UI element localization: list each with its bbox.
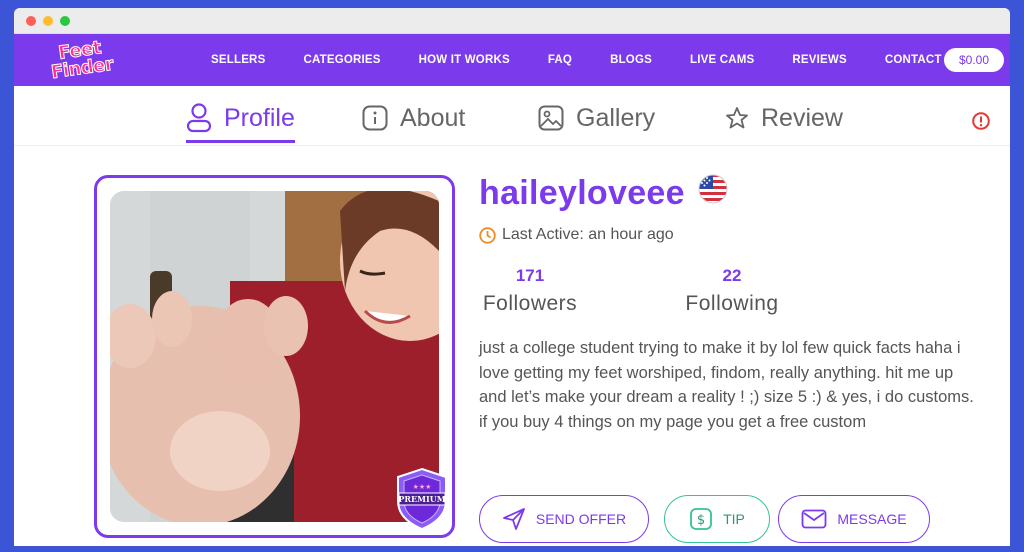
tab-review-label: Review [761, 103, 843, 132]
tip-label: TIP [723, 511, 745, 527]
send-offer-label: SEND OFFER [535, 511, 627, 527]
send-icon [502, 508, 525, 530]
report-alert-icon[interactable] [972, 112, 990, 130]
profile-bio: just a college student trying to make it… [479, 339, 974, 431]
tab-gallery-label: Gallery [576, 103, 656, 132]
tab-about-label: About [400, 103, 466, 132]
premium-badge-label: PREMIUM [398, 494, 445, 504]
premium-badge-icon: PREMIUM ★★★ [397, 467, 447, 531]
message-label: MESSAGE [837, 511, 907, 527]
window-titlebar [14, 8, 1010, 34]
nav-link-how-it-works[interactable]: HOW IT WORKS [419, 54, 510, 66]
profile-photo[interactable] [110, 191, 439, 522]
info-icon [362, 105, 388, 131]
followers-count: 171 [515, 266, 545, 285]
nav-link-faq[interactable]: FAQ [548, 54, 572, 66]
nav-link-categories[interactable]: CATEGORIES [303, 54, 380, 66]
profile-tabs: Profile About Gallery Review [14, 96, 1010, 146]
nav-link-live-cams[interactable]: LIVE CAMS [690, 54, 754, 66]
tab-profile-label: Profile [224, 103, 295, 132]
following-stat[interactable]: 22 Following [680, 266, 784, 316]
tip-button[interactable]: $ TIP [664, 495, 770, 543]
top-navbar: Feet Finder SELLERS CATEGORIES HOW IT WO… [14, 34, 1010, 86]
nav-link-contact[interactable]: CONTACT [885, 54, 942, 66]
nav-link-blogs[interactable]: BLOGS [610, 54, 652, 66]
last-active-status: Last Active: an hour ago [479, 226, 674, 244]
followers-stat[interactable]: 171 Followers [479, 266, 581, 316]
clock-icon [479, 226, 496, 244]
svg-text:★★★: ★★★ [413, 483, 432, 491]
svg-text:$: $ [697, 513, 705, 528]
site-logo[interactable]: Feet Finder [43, 33, 118, 86]
user-icon [186, 103, 212, 133]
dollar-icon: $ [690, 508, 713, 530]
tab-review[interactable]: Review [725, 96, 843, 140]
image-icon [538, 105, 564, 131]
profile-photo-card: PREMIUM ★★★ [94, 175, 455, 538]
star-icon [726, 107, 748, 129]
nav-link-sellers[interactable]: SELLERS [211, 54, 265, 66]
close-window-button[interactable] [26, 15, 36, 26]
browser-window: Feet Finder SELLERS CATEGORIES HOW IT WO… [14, 8, 1010, 546]
profile-username: haileyloveee [479, 174, 685, 212]
message-button[interactable]: MESSAGE [778, 495, 930, 543]
maximize-window-button[interactable] [60, 15, 70, 26]
last-active-text: Last Active: an hour ago [502, 226, 674, 243]
profile-photo-illustration [110, 191, 439, 522]
tab-gallery[interactable]: Gallery [538, 96, 655, 140]
envelope-icon [801, 509, 827, 529]
tab-about[interactable]: About [362, 96, 465, 140]
minimize-window-button[interactable] [43, 15, 53, 26]
tab-profile[interactable]: Profile [186, 96, 295, 143]
us-flag-icon [698, 174, 728, 204]
following-label: Following [685, 292, 779, 315]
following-count: 22 [722, 266, 742, 285]
send-offer-button[interactable]: SEND OFFER [479, 495, 649, 543]
wallet-balance-button[interactable]: $0.00 [944, 48, 1004, 72]
followers-label: Followers [482, 292, 578, 315]
nav-link-reviews[interactable]: REVIEWS [792, 54, 846, 66]
nav-links: SELLERS CATEGORIES HOW IT WORKS FAQ BLOG… [211, 34, 980, 86]
